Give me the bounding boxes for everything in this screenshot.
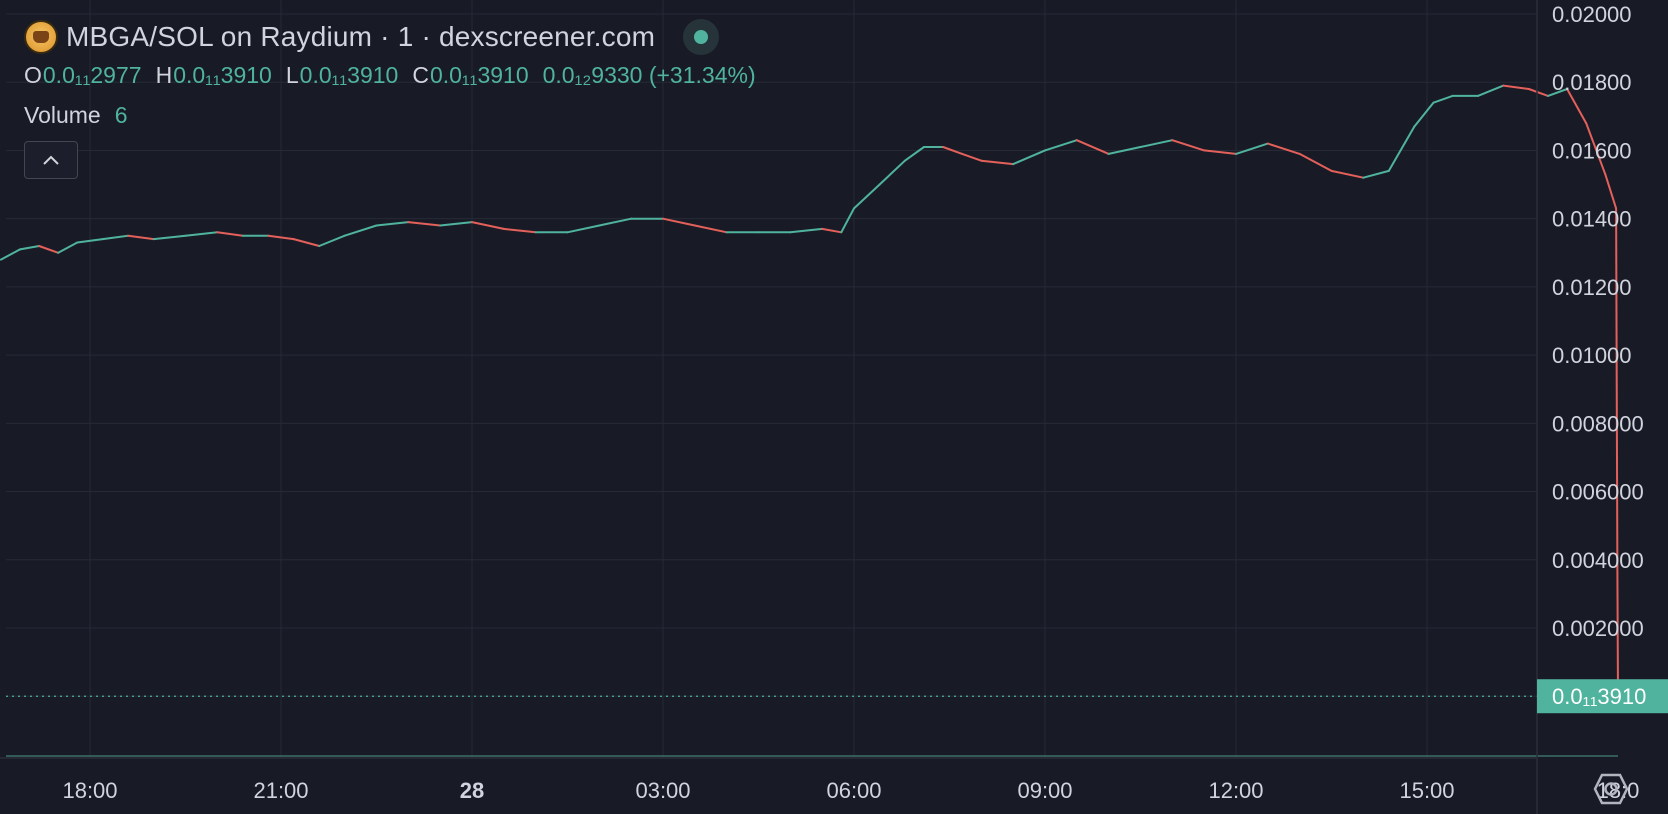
price-segment [439, 221, 473, 227]
price-segment [292, 238, 321, 247]
y-tick-label: 0.006000 [1552, 480, 1644, 505]
price-segment [980, 159, 1015, 166]
close-value: 0.0₁₁3910 [429, 62, 529, 88]
price-segment [19, 245, 41, 251]
chart-legend: MBGA/SOL on Raydium · 1 · dexscreener.co… [24, 18, 756, 179]
pair-title: MBGA/SOL on Raydium · 1 · dexscreener.co… [66, 21, 656, 52]
chevron-up-icon [43, 155, 59, 165]
price-segment [1527, 88, 1549, 97]
y-tick-label: 0.004000 [1552, 548, 1644, 573]
price-segment [821, 227, 843, 234]
open-value: 0.0₁₁2977 [42, 62, 142, 88]
price-segment [1413, 101, 1435, 128]
price-segment [0, 248, 21, 261]
change-value: 0.0₁₂9330 (+31.34%) [542, 62, 756, 88]
y-tick-label: 0.008000 [1552, 411, 1644, 436]
price-segment [38, 245, 60, 254]
price-segment [903, 146, 925, 162]
price-segment [471, 221, 505, 230]
volume-row: Volume 6 [24, 102, 756, 129]
price-segment [1362, 169, 1390, 179]
open-label: O [24, 62, 42, 88]
price-segment [693, 224, 728, 234]
price-segment [1387, 125, 1416, 172]
price-segment [1044, 139, 1078, 152]
price-segment [789, 227, 824, 234]
y-tick-label: 0.002000 [1552, 616, 1644, 641]
price-segment [1012, 149, 1046, 166]
x-tick-label: 12:00 [1208, 778, 1263, 803]
price-segment [598, 217, 633, 227]
low-value: 0.0₁₁3910 [299, 62, 399, 88]
low-label: L [285, 62, 299, 88]
ohlc-row: O 0.0₁₁2977 H 0.0₁₁3910 L 0.0₁₁3910 C 0.… [24, 62, 756, 92]
price-segment [840, 207, 855, 234]
x-tick-label: 28 [460, 778, 484, 803]
x-tick-label: 15:00 [1399, 778, 1454, 803]
price-segment [1171, 139, 1206, 152]
y-tick-label: 0.01200 [1552, 275, 1632, 300]
x-tick-label: 18:00 [62, 778, 117, 803]
coin-logo-icon [24, 20, 58, 54]
price-segment [101, 234, 130, 241]
price-segment [152, 234, 187, 241]
x-tick-label: 09:00 [1017, 778, 1072, 803]
price-segment [216, 231, 244, 237]
live-status-indicator [683, 19, 720, 55]
x-tick-label: 03:00 [635, 778, 690, 803]
settings-icon[interactable] [1593, 772, 1629, 806]
price-series [0, 84, 1619, 757]
y-tick-label: 0.01600 [1552, 138, 1632, 163]
price-segment [1615, 207, 1619, 575]
price-segment [318, 234, 346, 247]
y-tick-label: 0.01800 [1552, 70, 1632, 95]
high-value: 0.0₁₁3910 [173, 62, 272, 88]
price-segment [1330, 169, 1365, 179]
x-tick-label: 21:00 [253, 778, 308, 803]
x-tick-label: 06:00 [826, 778, 881, 803]
volume-label: Volume [24, 102, 101, 128]
price-segment [1298, 152, 1333, 172]
price-segment [57, 241, 79, 254]
live-status-dot [694, 30, 709, 44]
current-price-label: 0.0₁₁3910 [1552, 684, 1646, 709]
price-segment [1476, 84, 1505, 97]
price-segment [853, 183, 881, 210]
price-segment [1139, 139, 1174, 148]
close-label: C [412, 62, 429, 88]
price-segment [1075, 139, 1110, 155]
price-segment [566, 224, 601, 234]
price-segment [878, 159, 906, 186]
price-segment [502, 227, 537, 234]
price-segment [1604, 173, 1618, 210]
price-segment [961, 152, 983, 162]
y-tick-label: 0.01400 [1552, 207, 1632, 232]
volume-value: 6 [114, 102, 128, 128]
price-segment [184, 231, 219, 237]
price-segment [1502, 84, 1530, 90]
price-segment [1235, 142, 1269, 155]
high-label: H [155, 62, 173, 88]
price-segment [375, 221, 410, 227]
price-segment [1432, 94, 1454, 104]
price-segment [662, 217, 696, 227]
y-tick-label: 0.02000 [1552, 2, 1632, 27]
price-segment [343, 224, 378, 237]
title-row: MBGA/SOL on Raydium · 1 · dexscreener.co… [24, 18, 756, 56]
collapse-legend-button[interactable] [24, 141, 78, 179]
y-tick-label: 0.01000 [1552, 343, 1632, 368]
price-segment [127, 234, 155, 241]
price-segment [407, 221, 442, 227]
price-segment [1266, 142, 1301, 155]
